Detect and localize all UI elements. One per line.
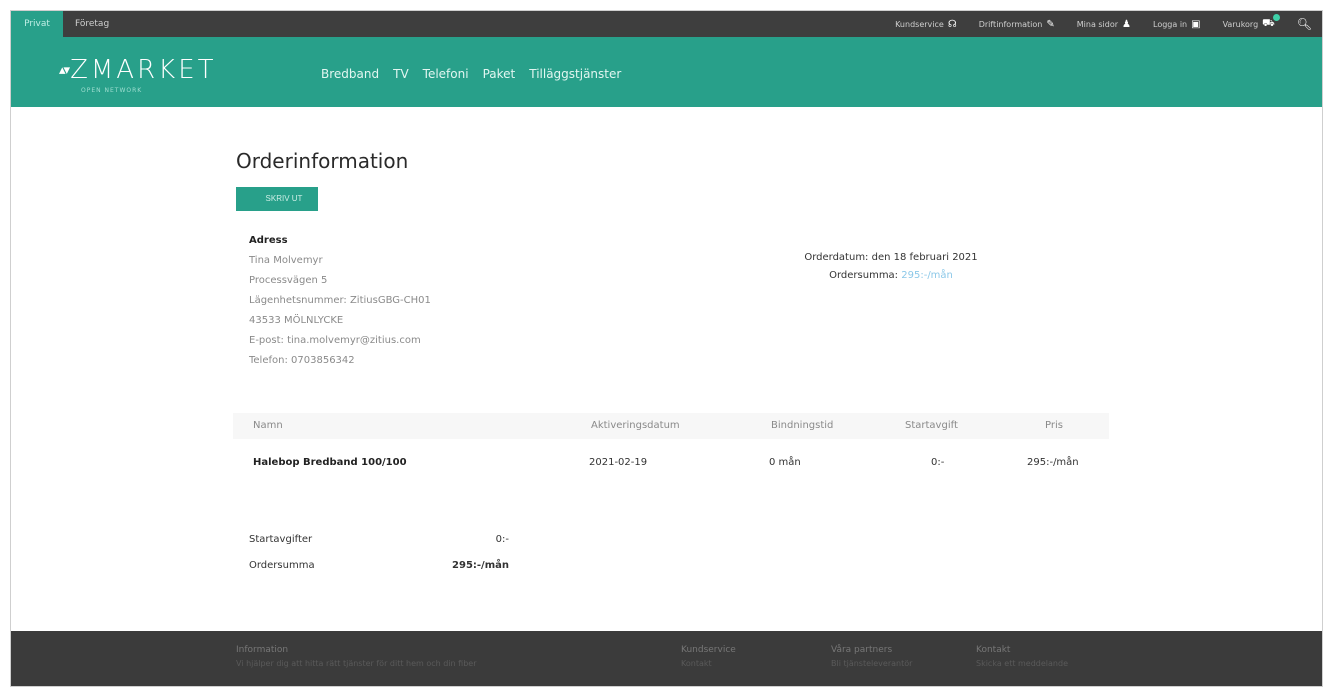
site-footer: Information Vi hjälper dig att hitta rät… — [11, 631, 1322, 686]
order-sum-line: Ordersumma: 295:-/mån — [711, 267, 1071, 285]
col-aktiveringsdatum: Aktiveringsdatum — [591, 420, 680, 431]
kundservice-link[interactable]: Kundservice ☊ — [895, 19, 957, 30]
address-label: Adress — [249, 235, 288, 246]
cart-icon: ⛟ — [1262, 13, 1280, 29]
apartment-number: Lägenhetsnummer: ZitiusGBG-CH01 — [249, 295, 431, 306]
footer-kundservice-heading: Kundservice — [681, 645, 736, 655]
table-header: Namn Aktiveringsdatum Bindningstid Start… — [233, 413, 1109, 439]
ordersum-label: Ordersumma — [249, 560, 315, 571]
footer-contact: Kontakt Skicka ett meddelande — [976, 643, 1068, 671]
footer-contact-heading: Kontakt — [976, 645, 1011, 655]
site-header: ▴▾ ZMARKET OPEN NETWORK Bredband TV Tele… — [11, 37, 1322, 107]
varukorg-link[interactable]: Varukorg ⛟ — [1222, 13, 1280, 31]
row-name: Halebop Bredband 100/100 — [253, 457, 407, 468]
nav-tillaggstjanster[interactable]: Tilläggstjänster — [529, 67, 621, 81]
main-nav: Bredband TV Telefoni Paket Tilläggstjäns… — [321, 67, 621, 81]
mina-sidor-link[interactable]: Mina sidor ♟ — [1077, 19, 1131, 30]
footer-kundservice: Kundservice Kontakt — [681, 643, 736, 671]
page-title: Orderinformation — [236, 149, 409, 173]
driftinformation-label: Driftinformation — [978, 19, 1043, 29]
driftinformation-link[interactable]: Driftinformation ✎ — [979, 19, 1055, 30]
logo[interactable]: ▴▾ ZMARKET — [59, 55, 217, 85]
footer-info-text: Vi hjälper dig att hitta rätt tjänster f… — [236, 659, 477, 668]
main-content: Orderinformation SKRIV UT Adress Tina Mo… — [11, 107, 1322, 631]
lock-icon: ▣ — [1191, 18, 1201, 30]
footer-partners-link[interactable]: Bli tjänsteleverantör — [831, 657, 912, 671]
phone-number: Telefon: 0703856342 — [249, 355, 355, 366]
nav-bredband[interactable]: Bredband — [321, 67, 379, 81]
mina-sidor-label: Mina sidor — [1076, 19, 1119, 29]
startfees-value: 0:- — [495, 534, 509, 545]
customer-name: Tina Molvemyr — [249, 255, 323, 266]
logo-text: ZMARKET — [70, 55, 217, 85]
top-bar: Privat Företag Kundservice ☊ Driftinform… — [11, 11, 1322, 37]
startfees-row: Startavgifter 0:- — [249, 527, 549, 553]
col-pris: Pris — [1045, 420, 1063, 431]
postal-address: 43533 MÖLNLYCKE — [249, 315, 344, 326]
logga-in-link[interactable]: Logga in ▣ — [1153, 19, 1201, 30]
footer-info-heading: Information — [236, 645, 289, 655]
ordersum-row: Ordersumma 295:-/mån — [249, 553, 549, 579]
row-startfee: 0:- — [931, 457, 945, 468]
varukorg-label: Varukorg — [1222, 19, 1259, 29]
nav-tv[interactable]: TV — [393, 67, 409, 81]
footer-partners: Våra partners Bli tjänsteleverantör — [831, 643, 912, 671]
row-price: 295:-/mån — [1027, 457, 1079, 468]
nav-telefoni[interactable]: Telefoni — [423, 67, 469, 81]
footer-kundservice-link[interactable]: Kontakt — [681, 657, 736, 671]
tab-company[interactable]: Företag — [75, 11, 109, 37]
order-sum-label: Ordersumma: — [829, 270, 899, 281]
table-row: Halebop Bredband 100/100 2021-02-19 0 må… — [233, 453, 1109, 473]
ordersum-value: 295:-/mån — [452, 560, 509, 571]
nav-paket[interactable]: Paket — [483, 67, 516, 81]
startfees-label: Startavgifter — [249, 534, 313, 545]
row-binding: 0 mån — [769, 457, 801, 468]
logga-in-label: Logga in — [1153, 19, 1188, 29]
row-activation: 2021-02-19 — [589, 457, 648, 468]
order-meta: Orderdatum: den 18 februari 2021 Ordersu… — [711, 249, 1071, 285]
col-namn: Namn — [253, 420, 283, 431]
col-startavgift: Startavgift — [905, 420, 958, 431]
user-icon: ♟ — [1122, 18, 1132, 30]
footer-partners-heading: Våra partners — [831, 645, 893, 655]
page-frame: Privat Företag Kundservice ☊ Driftinform… — [10, 10, 1323, 687]
col-bindningstid: Bindningstid — [771, 420, 834, 431]
wrench-icon: ✎ — [1046, 18, 1055, 30]
logo-mark-icon: ▴▾ — [59, 62, 70, 78]
top-links: Kundservice ☊ Driftinformation ✎ Mina si… — [895, 11, 1322, 37]
address-block: Adress Tina Molvemyr Processvägen 5 Läge… — [249, 231, 431, 371]
search-icon[interactable]: 🔍︎ — [1297, 17, 1312, 31]
order-sum-value: 295:-/mån — [901, 270, 953, 281]
order-date: Orderdatum: den 18 februari 2021 — [804, 252, 978, 263]
tab-private[interactable]: Privat — [11, 11, 63, 37]
headset-icon: ☊ — [947, 18, 957, 30]
footer-info: Information Vi hjälper dig att hitta rät… — [236, 643, 477, 671]
kundservice-label: Kundservice — [895, 19, 944, 29]
totals-block: Startavgifter 0:- Ordersumma 295:-/mån — [249, 527, 549, 579]
footer-contact-link[interactable]: Skicka ett meddelande — [976, 657, 1068, 671]
print-button[interactable]: SKRIV UT — [236, 187, 318, 211]
email-address: E-post: tina.molvemyr@zitius.com — [249, 335, 421, 346]
street-address: Processvägen 5 — [249, 275, 328, 286]
logo-subtitle: OPEN NETWORK — [81, 87, 143, 94]
